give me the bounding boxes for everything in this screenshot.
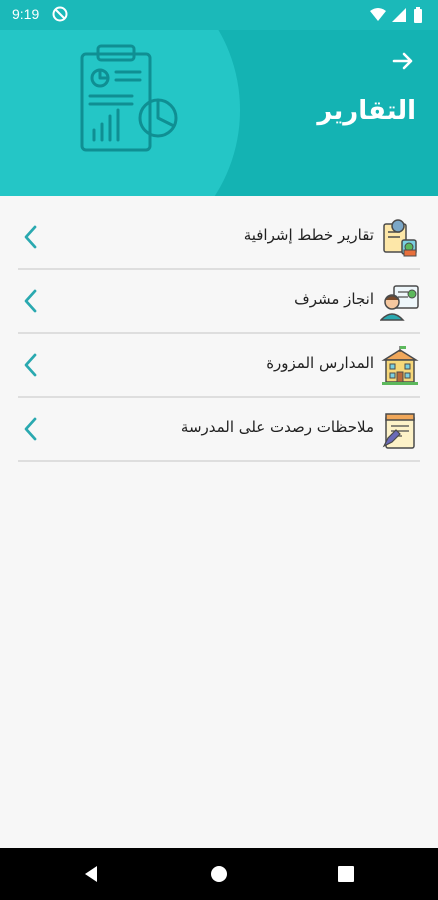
recents-icon[interactable] (336, 864, 356, 884)
chevron-left-icon (24, 289, 37, 313)
page-title: التقارير (317, 96, 416, 126)
list-item-supervisor-achievement[interactable]: انجاز مشرف (18, 270, 420, 334)
gear-document-icon (383, 219, 417, 257)
arrow-right-icon[interactable] (390, 48, 416, 74)
list-item-label: تقارير خطط إشرافية (243, 226, 374, 244)
supervisor-icon (380, 285, 419, 321)
list-item-label: انجاز مشرف (294, 290, 374, 308)
school-building-icon (381, 346, 419, 385)
chevron-left-icon (24, 417, 37, 441)
battery-icon (414, 7, 422, 23)
list-item-label: ملاحظات رصدت على المدرسة (180, 418, 374, 436)
list-item-label: المدارس المزورة (266, 354, 374, 372)
report-chart-clipboard-icon (80, 44, 178, 152)
chevron-left-icon (24, 353, 37, 377)
page-header: التقارير (0, 30, 438, 196)
list-item-school-observations[interactable]: ملاحظات رصدت على المدرسة (18, 398, 420, 462)
status-time: 9:19 (12, 6, 40, 22)
system-navigation-bar (0, 848, 438, 900)
chevron-left-icon (24, 225, 37, 249)
home-icon[interactable] (209, 864, 229, 884)
list-item-visited-schools[interactable]: المدارس المزورة (18, 334, 420, 398)
do-not-disturb-icon (52, 6, 68, 22)
back-icon[interactable] (82, 864, 102, 884)
list-item-supervisory-plans-reports[interactable]: تقارير خطط إشرافية (18, 206, 420, 270)
reports-list: تقارير خطط إشرافية انجاز مشرف المدارس ال… (18, 206, 420, 462)
status-right-icons (370, 7, 422, 23)
status-bar: 9:19 (0, 0, 438, 30)
signal-icon (392, 8, 406, 22)
wifi-icon (370, 8, 386, 21)
notepad-pencil-icon (382, 413, 415, 449)
